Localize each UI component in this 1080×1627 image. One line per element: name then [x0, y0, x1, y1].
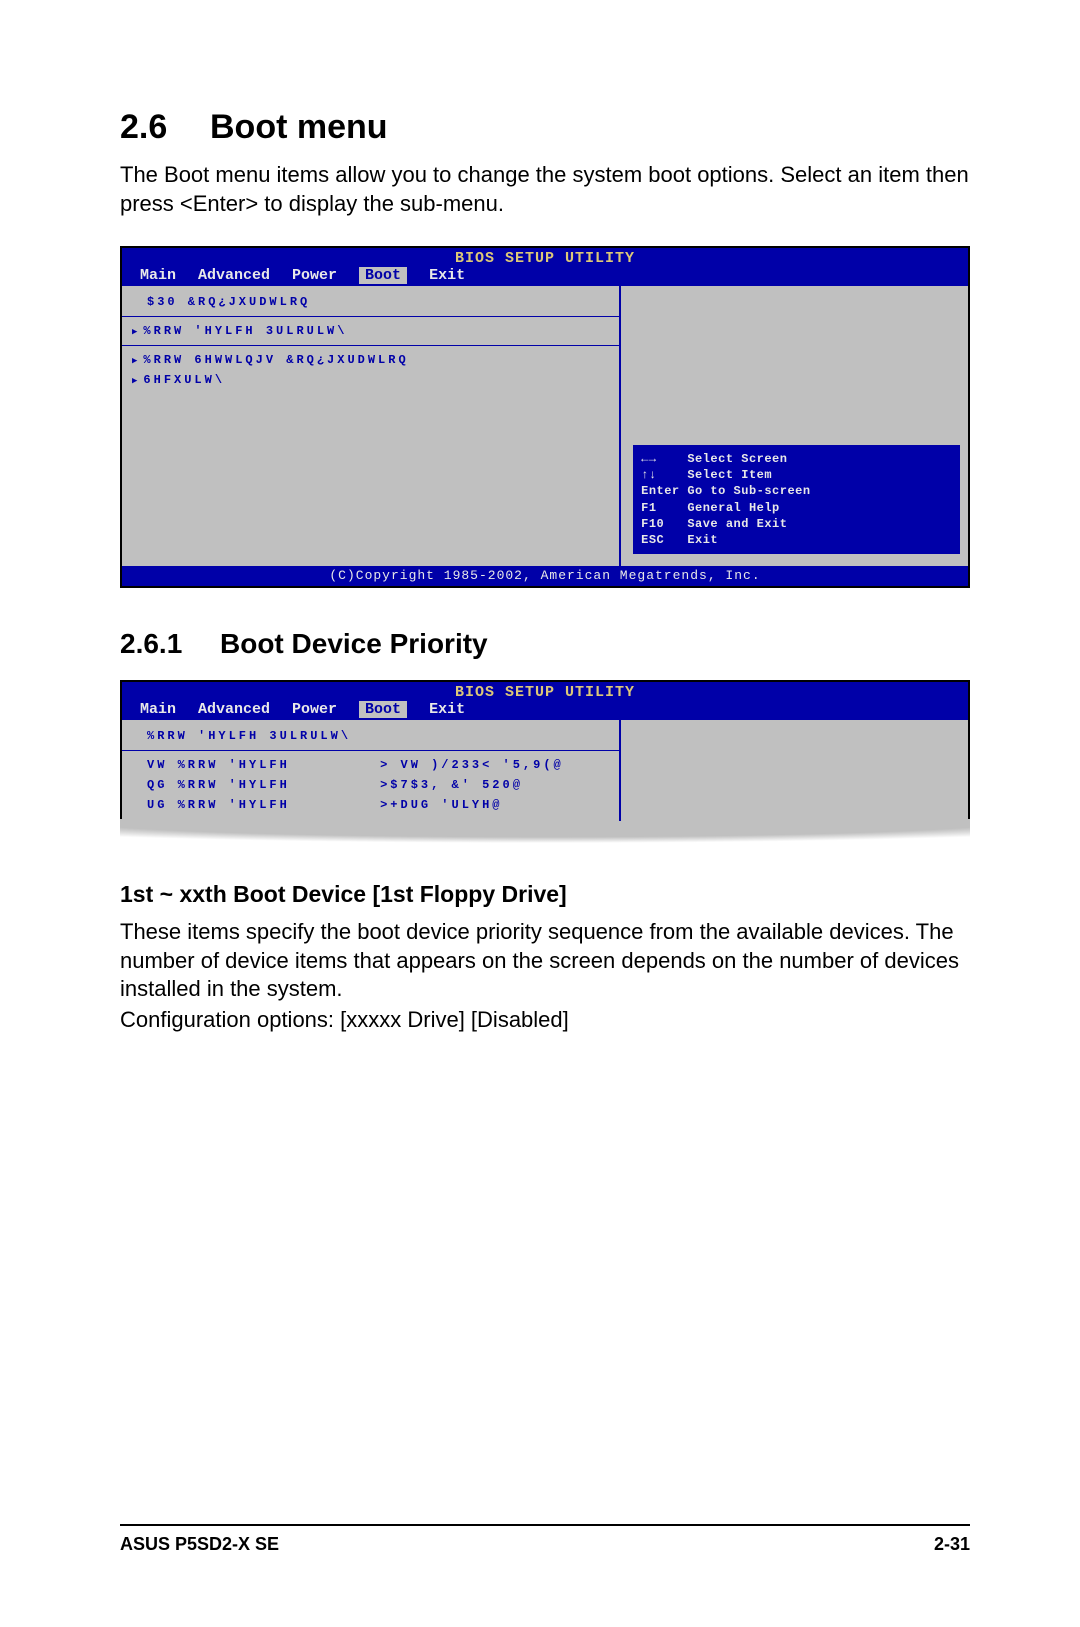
bios-menu-right	[621, 720, 968, 821]
bios-header-line: %RRW 'HYLFH 3ULRULW\	[132, 726, 609, 746]
section-number: 2.6	[120, 108, 210, 147]
bios-tab-boot: Boot	[359, 267, 407, 284]
bios-item-boot-device-priority: %RRW 'HYLFH 3ULRULW\	[132, 321, 609, 341]
option-heading: 1st ~ xxth Boot Device [1st Floppy Drive…	[120, 881, 970, 908]
bios-field-label: QG %RRW 'HYLFH	[132, 775, 380, 795]
screenshot-fade	[120, 819, 970, 855]
bios-body: $30 &RQ¿JXUDWLRQ %RRW 'HYLFH 3ULRULW\ %R…	[122, 286, 968, 566]
bios-tab-exit: Exit	[429, 267, 465, 284]
bios-field-label: UG %RRW 'HYLFH	[132, 795, 380, 815]
subsection-title: Boot Device Priority	[220, 628, 488, 659]
bios-separator	[122, 316, 619, 317]
footer-page-number: 2-31	[934, 1534, 970, 1555]
bios-separator	[122, 345, 619, 346]
bios-help-line: ↑↓ Select Item	[641, 467, 952, 483]
bios-help-panel: ←→ Select Screen ↑↓ Select Item Enter Go…	[633, 445, 960, 554]
bios-row-3rd-boot: UG %RRW 'HYLFH >+DUG 'ULYH@	[132, 795, 609, 815]
bios-separator	[122, 750, 619, 751]
bios-row-1st-boot: VW %RRW 'HYLFH > VW )/233< '5,9(@	[132, 755, 609, 775]
subsection-heading: 2.6.1Boot Device Priority	[120, 628, 970, 660]
subsection-number: 2.6.1	[120, 628, 220, 660]
bios-item-boot-settings: %RRW 6HWWLQJV &RQ¿JXUDWLRQ	[132, 350, 609, 370]
bios-title-bar: BIOS SETUP UTILITY Main Advanced Power B…	[122, 248, 968, 286]
option-description: These items specify the boot device prio…	[120, 918, 970, 1004]
bios-help-line: ←→ Select Screen	[641, 451, 952, 467]
bios-field-value: >$7$3, &' 520@	[380, 775, 609, 795]
bios-item-apm: $30 &RQ¿JXUDWLRQ	[132, 292, 609, 312]
bios-field-label: VW %RRW 'HYLFH	[132, 755, 380, 775]
section-heading: 2.6Boot menu	[120, 108, 970, 147]
bios-title: BIOS SETUP UTILITY	[122, 684, 968, 701]
bios-row-2nd-boot: QG %RRW 'HYLFH >$7$3, &' 520@	[132, 775, 609, 795]
bios-menu-left: %RRW 'HYLFH 3ULRULW\ VW %RRW 'HYLFH > VW…	[122, 720, 621, 821]
bios-field-value: >+DUG 'ULYH@	[380, 795, 609, 815]
bios-help-line: Enter Go to Sub-screen	[641, 483, 952, 499]
bios-tab-exit: Exit	[429, 701, 465, 718]
bios-tab-advanced: Advanced	[198, 701, 270, 718]
bios-field-value: > VW )/233< '5,9(@	[380, 755, 609, 775]
bios-help-line: F1 General Help	[641, 500, 952, 516]
bios-help-line: ESC Exit	[641, 532, 952, 548]
option-config: Configuration options: [xxxxx Drive] [Di…	[120, 1006, 970, 1035]
bios-tab-boot: Boot	[359, 701, 407, 718]
bios-screenshot-boot-priority: BIOS SETUP UTILITY Main Advanced Power B…	[120, 680, 970, 821]
footer-product: ASUS P5SD2-X SE	[120, 1534, 279, 1555]
bios-tab-power: Power	[292, 267, 337, 284]
bios-menu-left: $30 &RQ¿JXUDWLRQ %RRW 'HYLFH 3ULRULW\ %R…	[122, 286, 621, 566]
bios-body: %RRW 'HYLFH 3ULRULW\ VW %RRW 'HYLFH > VW…	[122, 720, 968, 821]
bios-copyright: (C)Copyright 1985-2002, American Megatre…	[122, 566, 968, 586]
bios-title-bar: BIOS SETUP UTILITY Main Advanced Power B…	[122, 682, 968, 720]
bios-tab-power: Power	[292, 701, 337, 718]
section-title: Boot menu	[210, 108, 388, 146]
bios-item-security: 6HFXULW\	[132, 370, 609, 390]
bios-tab-main: Main	[140, 701, 176, 718]
bios-menu-right: ←→ Select Screen ↑↓ Select Item Enter Go…	[621, 286, 968, 566]
bios-title: BIOS SETUP UTILITY	[122, 250, 968, 267]
bios-screenshot-boot-menu: BIOS SETUP UTILITY Main Advanced Power B…	[120, 246, 970, 588]
section-intro: The Boot menu items allow you to change …	[120, 161, 970, 218]
bios-help-line: F10 Save and Exit	[641, 516, 952, 532]
bios-tabs: Main Advanced Power Boot Exit	[122, 267, 968, 286]
bios-tab-main: Main	[140, 267, 176, 284]
bios-tab-advanced: Advanced	[198, 267, 270, 284]
page-footer: ASUS P5SD2-X SE 2-31	[120, 1524, 970, 1555]
bios-tabs: Main Advanced Power Boot Exit	[122, 701, 968, 720]
